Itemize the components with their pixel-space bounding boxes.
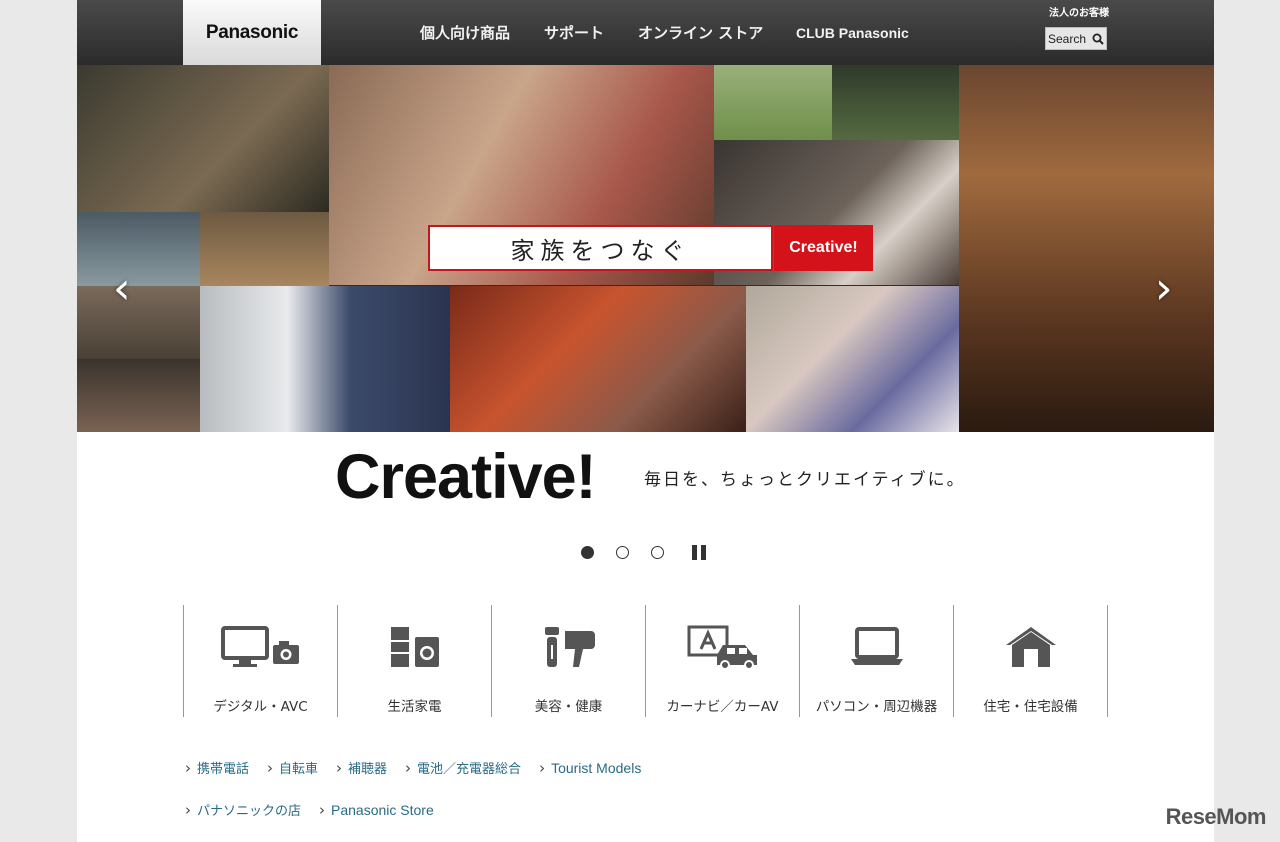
category-beauty-health[interactable]: 美容・健康 [492, 605, 646, 717]
link-hearing-aid[interactable]: › 補聴器 [336, 758, 387, 778]
quick-links-row-1: › 携帯電話 › 自転車 › 補聴器 › 電池／充電器総合 › Tourist Model… [185, 758, 641, 778]
chevron-right-icon: › [185, 758, 191, 777]
category-label: 美容・健康 [534, 699, 603, 715]
link-panasonic-store[interactable]: › Panasonic Store [319, 800, 434, 819]
photo-tile [832, 65, 959, 140]
chevron-right-icon: › [405, 758, 412, 777]
link-bicycle[interactable]: › 自転車 [267, 758, 318, 778]
photo-tile [77, 359, 200, 432]
hero-banner-text: 家族をつなぐ [428, 225, 773, 271]
link-mobile-phone[interactable]: › 携帯電話 [185, 758, 249, 778]
creative-wordmark: Creative! [335, 442, 597, 512]
category-pc-peripherals[interactable]: パソコン・周辺機器 [800, 605, 954, 717]
carousel-dot-2[interactable] [616, 546, 629, 559]
photo-tile [77, 212, 200, 286]
category-housing[interactable]: 住宅・住宅設備 [954, 605, 1108, 717]
beauty-icon [544, 627, 595, 667]
photo-tile [746, 286, 959, 432]
search-button[interactable]: Search [1045, 27, 1107, 50]
search-label: Search [1047, 31, 1087, 46]
carousel-next-arrow-icon[interactable]: › [1155, 267, 1173, 311]
site-header: Panasonic 個人向け商品 サポート オンライン ストア CLUB Pan… [77, 0, 1214, 65]
photo-tile [714, 65, 832, 140]
photo-tile [450, 286, 746, 432]
carousel-dot-3[interactable] [651, 546, 664, 559]
carousel-prev-arrow-icon[interactable]: ‹ [113, 267, 131, 311]
panasonic-logo[interactable]: Panasonic [183, 0, 321, 65]
house-icon [1005, 627, 1056, 667]
category-car-navi[interactable]: カーナビ／カーAV [646, 605, 800, 717]
carousel-dot-1[interactable] [581, 546, 594, 559]
category-label: 住宅・住宅設備 [983, 699, 1078, 715]
link-batteries[interactable]: › 電池／充電器総合 [405, 758, 521, 778]
category-label: パソコン・周辺機器 [815, 699, 938, 715]
chevron-right-icon: › [319, 800, 326, 819]
nav-item-online-store[interactable]: オンライン ストア [638, 0, 763, 65]
chevron-right-icon: › [539, 758, 546, 777]
category-digital-avc[interactable]: デジタル・AVC [184, 605, 338, 717]
link-panasonic-shops[interactable]: › パナソニックの店 [185, 800, 301, 820]
chevron-right-icon: › [185, 800, 191, 819]
business-link[interactable]: 法人のお客様 [1049, 4, 1109, 19]
pause-icon[interactable] [692, 545, 706, 560]
carousel-indicators [581, 545, 706, 560]
photo-tile [77, 65, 329, 212]
category-label: カーナビ／カーAV [666, 699, 779, 715]
chevron-right-icon: › [336, 758, 343, 777]
car-nav-icon [687, 625, 757, 669]
photo-tile [959, 65, 1214, 432]
photo-tile [200, 286, 450, 432]
page: Panasonic 個人向け商品 サポート オンライン ストア CLUB Pan… [77, 0, 1214, 842]
nav-item-club[interactable]: CLUB Panasonic [796, 0, 909, 65]
photo-tile [77, 286, 200, 359]
hero-banner-badge: Creative! [774, 225, 873, 271]
chevron-right-icon: › [267, 758, 274, 777]
category-label: 生活家電 [387, 699, 442, 715]
nav-item-personal[interactable]: 個人向け商品 [420, 0, 510, 65]
tv-camera-icon [220, 626, 299, 667]
category-home-appliances[interactable]: 生活家電 [338, 605, 492, 717]
search-icon [1092, 33, 1104, 45]
resemom-watermark: ReseMom [1165, 804, 1267, 829]
hero-carousel[interactable]: 家族をつなぐ Creative! ‹ › [77, 65, 1214, 432]
link-tourist-models[interactable]: › Tourist Models [539, 758, 641, 777]
photo-tile [200, 212, 329, 286]
appliances-icon [390, 627, 439, 667]
nav-item-support[interactable]: サポート [544, 0, 604, 65]
slogan-text: 毎日を、ちょっとクリエイティブに。 [644, 470, 966, 490]
quick-links-row-2: › パナソニックの店 › Panasonic Store [185, 800, 434, 820]
laptop-icon [850, 627, 903, 665]
category-menu: デジタル・AVC 生活家電 美容・健康 カーナビ／カーAV パソコン・周辺機器 … [183, 605, 1108, 717]
category-label: デジタル・AVC [213, 699, 308, 715]
